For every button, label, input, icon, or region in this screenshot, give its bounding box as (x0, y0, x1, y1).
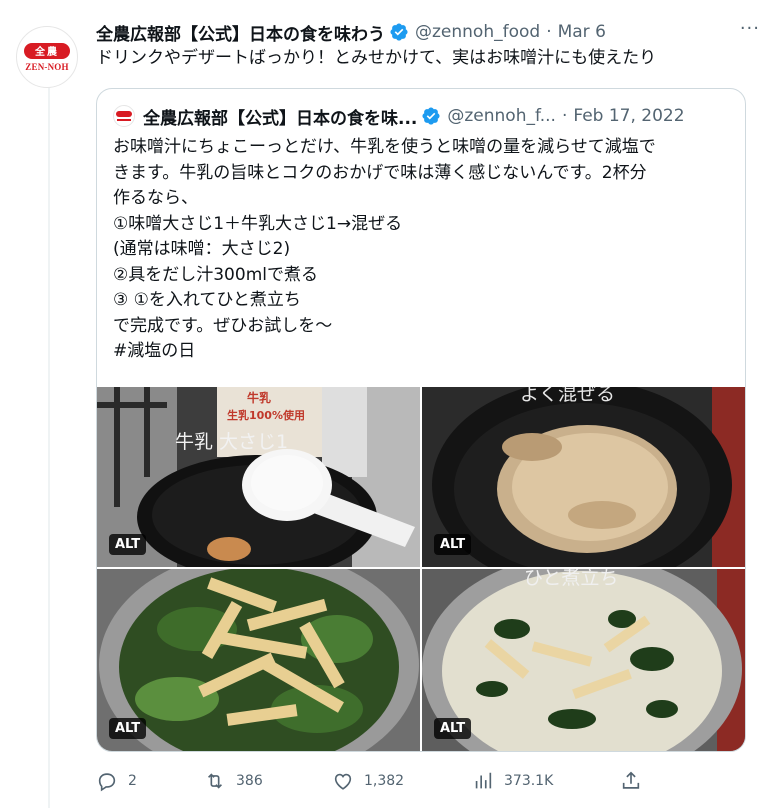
quote-date: Feb 17, 2022 (573, 106, 685, 126)
reply-button[interactable]: 2 (96, 770, 137, 792)
quote-author-handle: @zennoh_f... (447, 106, 556, 126)
separator-dot: · (561, 106, 568, 126)
views-count: 373.1K (504, 773, 554, 789)
photo-caption: よく混ぜる (520, 387, 616, 405)
tweet-date[interactable]: Mar 6 (558, 22, 606, 42)
action-bar: 2 386 1,382 373.1K (96, 770, 656, 796)
author-name[interactable]: 全農広報部【公式】日本の食を味わう (96, 20, 385, 45)
quoted-tweet[interactable]: 全農広報部【公式】日本の食を味... @zennoh_f... · Feb 17… (96, 88, 746, 752)
quote-author-name: 全農広報部【公式】日本の食を味... (143, 108, 418, 129)
quote-line: (通常は味噌：大さじ2) (113, 239, 291, 259)
photo-caption: 牛乳 大さじ1 (175, 431, 289, 453)
quote-header: 全農広報部【公式】日本の食を味... @zennoh_f... · Feb 17… (113, 103, 729, 129)
alt-badge[interactable]: ALT (434, 534, 472, 555)
quote-line: お味噌汁にちょこーっとだけ、牛乳を使うと味噌の量を減らせて減塩で (113, 137, 656, 157)
retweet-icon (207, 773, 223, 789)
quote-avatar (113, 105, 135, 127)
avatar[interactable]: 全農 ZEN-NOH (16, 26, 78, 88)
alt-badge[interactable]: ALT (434, 718, 472, 739)
photo-mixed-miso[interactable]: よく混ぜる ALT (422, 387, 745, 567)
photo-milk-spoon[interactable]: 牛乳 生乳100%使用 牛乳 大さじ1 ALT (97, 387, 420, 567)
quote-line: 作るなら、 (113, 188, 198, 208)
author-handle[interactable]: @zennoh_food (415, 22, 540, 42)
carton-label: 牛乳 (247, 391, 272, 405)
like-button[interactable]: 1,382 (332, 770, 404, 792)
quote-line: きます。牛乳の旨味とコクのおかげで味は薄く感じないんです。2杯分 (113, 162, 647, 183)
alt-badge[interactable]: ALT (109, 718, 147, 739)
thread-line (48, 80, 50, 808)
alt-badge[interactable]: ALT (109, 534, 147, 555)
photo-grid: 牛乳 生乳100%使用 牛乳 大さじ1 ALT よく混ぜる ALT ALT ひと… (97, 387, 745, 751)
tweet-text: ドリンクやデザートばっかり！とみせかけて、実はお味噌汁にも使えたり (96, 48, 657, 68)
views-button[interactable]: 373.1K (472, 770, 553, 792)
quote-line: で完成です。ぜひお試しを〜 (113, 315, 333, 336)
views-chart-icon (475, 772, 492, 789)
separator-dot: · (546, 22, 552, 42)
verified-badge-icon (421, 106, 441, 126)
avatar-logo-text: ZEN-NOH (25, 61, 69, 72)
verified-badge-icon (389, 22, 409, 42)
quote-text: お味噌汁にちょこーっとだけ、牛乳を使うと味噌の量を減らせて減塩で きます。牛乳の… (113, 135, 733, 365)
photo-caption: ひと煮立ち (524, 569, 619, 589)
like-count: 1,382 (364, 773, 405, 789)
heart-icon (334, 773, 352, 790)
retweet-count: 386 (236, 773, 263, 789)
more-options-icon[interactable]: ··· (740, 18, 760, 39)
photo-boiling-ingredients[interactable]: ALT (97, 569, 420, 751)
hashtag-link[interactable]: #減塩の日 (113, 339, 733, 365)
carton-sublabel: 生乳100%使用 (227, 409, 305, 422)
share-button[interactable] (620, 770, 652, 792)
share-icon (622, 771, 640, 789)
quote-line: ③ ①を入れてひと煮立ち (113, 290, 301, 310)
photo-finished-soup[interactable]: ひと煮立ち ALT (422, 569, 745, 751)
retweet-button[interactable]: 386 (204, 770, 263, 792)
reply-count: 2 (128, 773, 137, 789)
quote-line: ②具をだし汁300mlで煮る (113, 264, 318, 285)
reply-icon (98, 773, 116, 792)
quote-line: ①味噌大さじ1＋牛乳大さじ1→混ぜる (113, 213, 403, 234)
avatar-logo-mark: 全農 (24, 42, 70, 59)
tweet-header: 全農広報部【公式】日本の食を味わう @zennoh_food · Mar 6 ·… (96, 18, 760, 46)
